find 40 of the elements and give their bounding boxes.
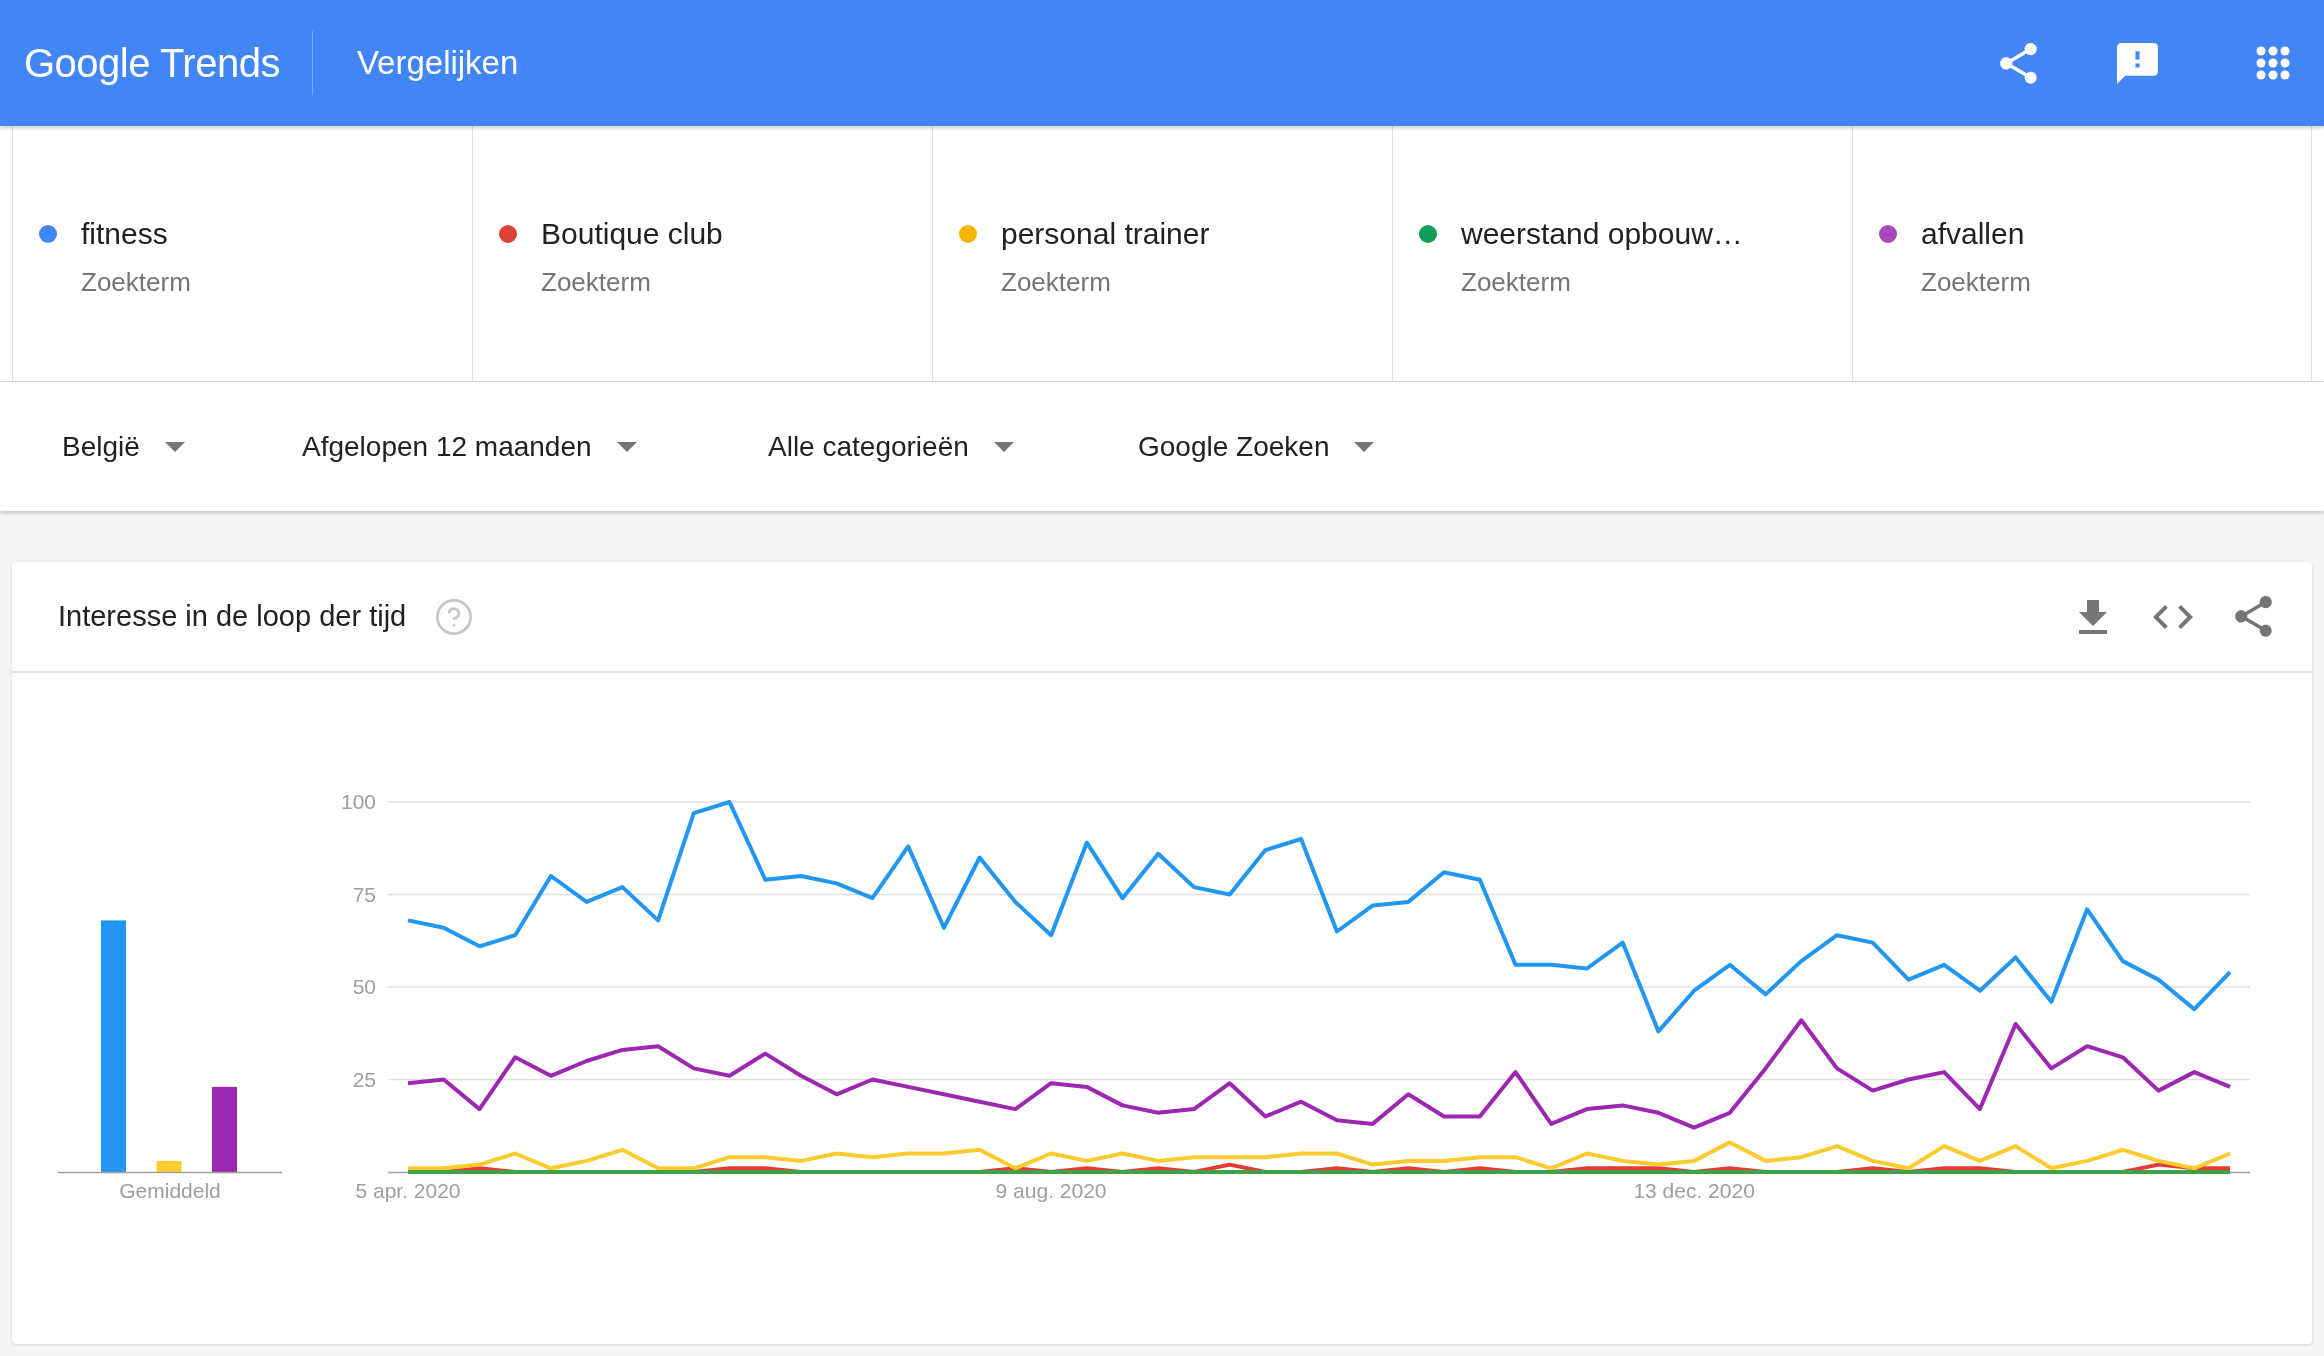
term-type-label: Zoekterm <box>1461 266 1571 298</box>
search-term-panel[interactable]: afvallen Zoekterm <box>1852 126 2312 381</box>
term-label: personal trainer <box>1001 216 1210 252</box>
term-label: fitness <box>81 216 168 252</box>
term-type-label: Zoekterm <box>541 266 651 298</box>
search-term-panel[interactable]: Boutique club Zoekterm <box>472 126 932 381</box>
share-icon[interactable] <box>2235 596 2272 637</box>
page-title: Vergelijken <box>356 43 519 84</box>
app-logo[interactable]: Google Trends <box>24 33 280 93</box>
filter-dropdown[interactable]: Alle categorieën <box>768 425 1014 468</box>
download-icon[interactable] <box>2079 599 2107 634</box>
caret-icon <box>164 441 185 452</box>
x-axis-label: 13 dec. 2020 <box>1633 1179 1755 1202</box>
y-axis-label: 25 <box>352 1067 376 1091</box>
feedback-icon[interactable] <box>2117 42 2158 84</box>
y-axis-label: 50 <box>352 975 376 998</box>
card-title: Interesse in de loop der tijd <box>58 598 407 634</box>
y-axis-label: 75 <box>352 882 376 906</box>
code-icon[interactable] <box>2153 604 2193 629</box>
caret-icon <box>616 441 637 452</box>
caret-icon <box>993 441 1014 452</box>
term-label: weerstand opbouw… <box>1461 216 1743 252</box>
filter-dropdown[interactable]: Afgelopen 12 maanden <box>302 425 637 468</box>
search-term-panel[interactable]: fitness Zoekterm <box>12 126 472 381</box>
term-type-label: Zoekterm <box>81 266 191 298</box>
filter-dropdown[interactable]: Google Zoeken <box>1138 425 1375 468</box>
term-label: Boutique club <box>541 216 723 252</box>
x-axis-label: 9 aug. 2020 <box>995 1179 1107 1202</box>
term-type-label: Zoekterm <box>1001 266 1111 298</box>
caret-icon <box>1354 441 1375 452</box>
y-axis-label: 100 <box>340 790 376 813</box>
term-type-label: Zoekterm <box>1921 266 2031 298</box>
x-axis-label: 5 apr. 2020 <box>355 1179 461 1202</box>
share-icon[interactable] <box>2000 42 2037 84</box>
term-label: afvallen <box>1921 216 2025 252</box>
search-term-panel[interactable]: personal trainer Zoekterm <box>932 126 1392 381</box>
search-term-panel[interactable]: weerstand opbouw… Zoekterm <box>1392 126 1852 381</box>
category-label: Gemiddeld <box>119 1179 221 1202</box>
apps-grid-icon[interactable] <box>2256 46 2290 80</box>
filter-dropdown[interactable]: België <box>62 425 185 468</box>
